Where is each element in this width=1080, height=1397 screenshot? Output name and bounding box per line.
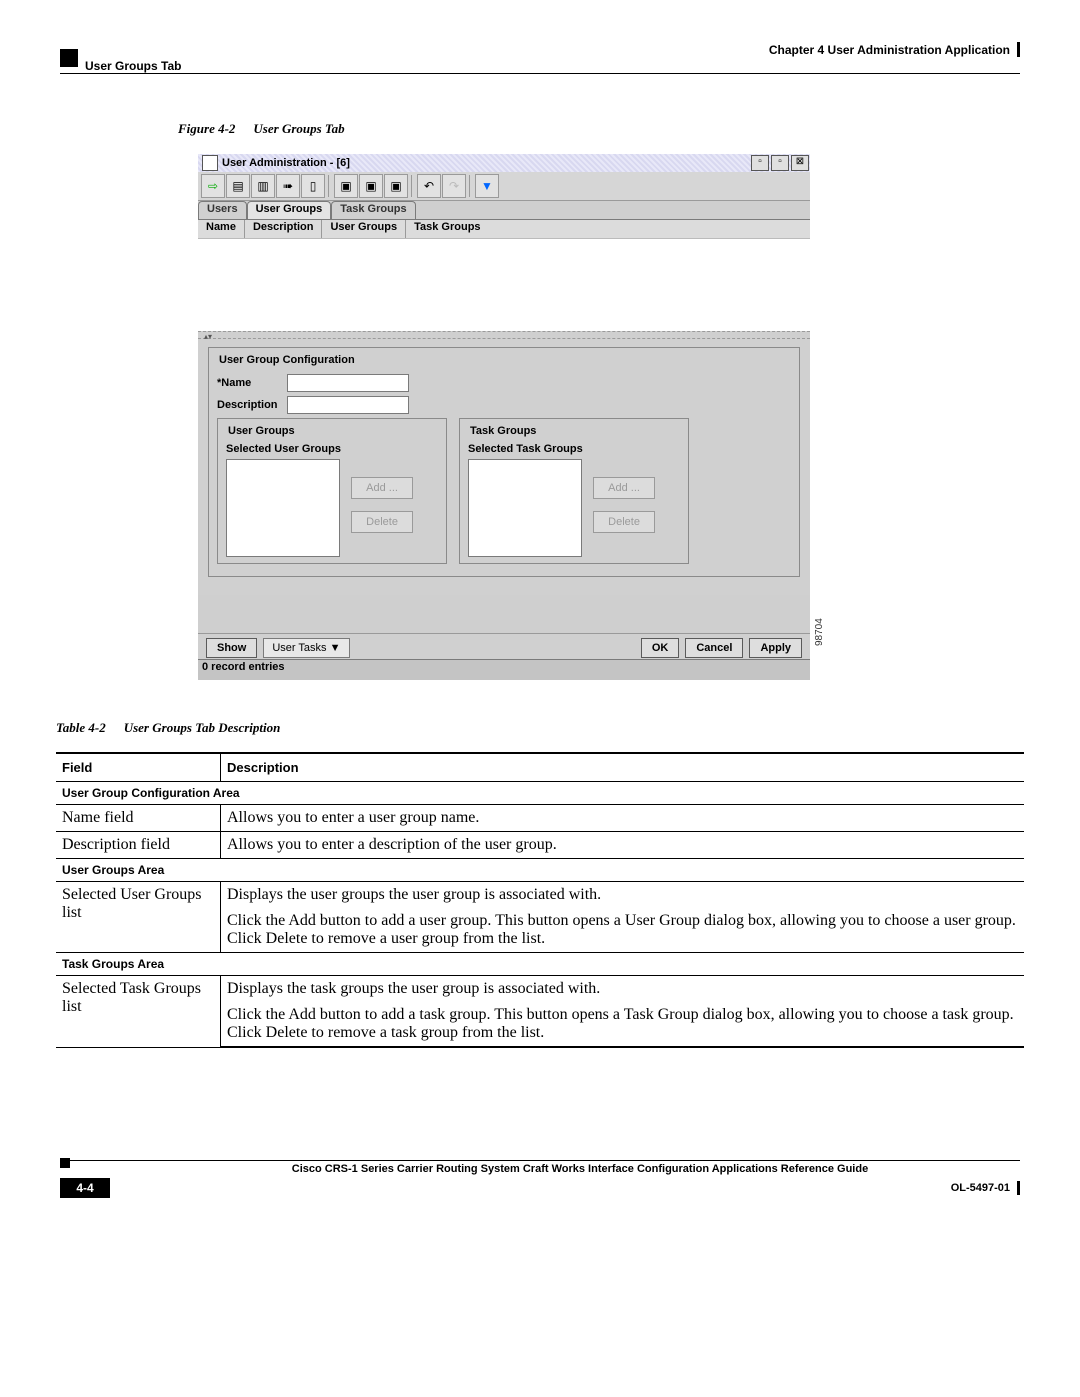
doc-title: Cisco CRS-1 Series Carrier Routing Syste…	[140, 1163, 1020, 1175]
tab-user-groups[interactable]: User Groups	[247, 201, 332, 219]
col-taskgroups[interactable]: Task Groups	[406, 220, 488, 238]
tab-users[interactable]: Users	[198, 201, 247, 219]
toolbar-btn-3[interactable]: ▥	[251, 174, 275, 198]
minimize-icon[interactable]: ▫	[751, 155, 769, 171]
row-sug-desc1: Displays the user groups the user group …	[221, 882, 1025, 909]
apply-button[interactable]: Apply	[749, 638, 802, 658]
name-input[interactable]	[287, 374, 409, 392]
toolbar-btn-2[interactable]: ▤	[226, 174, 250, 198]
col-usergroups[interactable]: User Groups	[322, 220, 406, 238]
tg-legend: Task Groups	[468, 425, 538, 437]
ok-button[interactable]: OK	[641, 638, 680, 658]
screenshot-window: User Administration - [6] ▫ ▫ ⊠ ⇨ ▤ ▥ ➠ …	[198, 154, 810, 680]
user-group-config-fieldset: User Group Configuration *Name Descripti…	[208, 347, 800, 577]
tg-add-button[interactable]: Add ...	[593, 477, 655, 499]
doc-id-bar	[1017, 1181, 1020, 1195]
cancel-button[interactable]: Cancel	[685, 638, 743, 658]
splitter[interactable]: ▴▾	[198, 331, 810, 339]
status-bar: 0 record entries	[198, 659, 810, 680]
tg-delete-button[interactable]: Delete	[593, 511, 655, 533]
filter-icon[interactable]: ▼	[475, 174, 499, 198]
th-field: Field	[56, 753, 221, 782]
tab-task-groups[interactable]: Task Groups	[331, 201, 415, 219]
toolbar-btn-5[interactable]: ▯	[301, 174, 325, 198]
footer-rule	[60, 1160, 1020, 1161]
section-uga: User Groups Area	[56, 859, 1024, 882]
user-groups-fieldset: User Groups Selected User Groups Add ...…	[217, 418, 447, 564]
selected-user-groups-list[interactable]	[226, 459, 340, 557]
figure-caption: Figure 4-2User Groups Tab	[178, 121, 345, 137]
tg-sublabel: Selected Task Groups	[468, 443, 680, 455]
chapter-label: Chapter 4 User Administration Applicatio…	[769, 43, 1010, 57]
section-tga: Task Groups Area	[56, 953, 1024, 976]
row-desc-field: Description field	[56, 832, 221, 859]
footer-square	[60, 1158, 70, 1168]
toolbar-btn-8[interactable]: ▣	[384, 174, 408, 198]
doc-id: OL-5497-01	[951, 1182, 1010, 1194]
image-id: 98704	[814, 618, 825, 646]
col-name[interactable]: Name	[198, 220, 245, 238]
row-stg-desc2: Click the Add button to add a task group…	[221, 1002, 1025, 1047]
ug-legend: User Groups	[226, 425, 297, 437]
titlebar: User Administration - [6] ▫ ▫ ⊠	[198, 154, 810, 172]
config-legend: User Group Configuration	[217, 354, 357, 366]
grid-body[interactable]	[198, 238, 810, 331]
toolbar-btn-7[interactable]: ▣	[359, 174, 383, 198]
toolbar: ⇨ ▤ ▥ ➠ ▯ ▣ ▣ ▣ ↶ ↷ ▼	[198, 172, 810, 201]
row-name-field: Name field	[56, 805, 221, 832]
row-stg-desc1: Displays the task groups the user group …	[221, 976, 1025, 1003]
toolbar-btn-6[interactable]: ▣	[334, 174, 358, 198]
window-title: User Administration - [6]	[222, 157, 350, 169]
row-name-desc: Allows you to enter a user group name.	[221, 805, 1025, 832]
row-stg-field: Selected Task Groups list	[56, 976, 221, 1048]
th-desc: Description	[221, 753, 1025, 782]
col-desc[interactable]: Description	[245, 220, 323, 238]
redo-icon[interactable]: ↷	[442, 174, 466, 198]
undo-icon[interactable]: ↶	[417, 174, 441, 198]
row-desc-desc: Allows you to enter a description of the…	[221, 832, 1025, 859]
submit-icon[interactable]: ⇨	[201, 174, 225, 198]
section-ugca: User Group Configuration Area	[56, 782, 1024, 805]
page-number: 4-4	[60, 1178, 110, 1198]
ug-add-button[interactable]: Add ...	[351, 477, 413, 499]
toolbar-btn-4[interactable]: ➠	[276, 174, 300, 198]
maximize-icon[interactable]: ▫	[771, 155, 789, 171]
show-button[interactable]: Show	[206, 638, 257, 658]
form-panel: User Group Configuration *Name Descripti…	[198, 339, 810, 595]
table-caption: Table 4-2User Groups Tab Description	[56, 720, 280, 736]
header-bar-right	[1017, 42, 1020, 57]
close-icon[interactable]: ⊠	[791, 155, 809, 171]
window-icon	[202, 155, 218, 171]
ug-sublabel: Selected User Groups	[226, 443, 438, 455]
description-table: Field Description User Group Configurati…	[56, 752, 1024, 1048]
row-sug-desc2: Click the Add button to add a user group…	[221, 908, 1025, 953]
section-label: User Groups Tab	[85, 59, 181, 73]
name-label: *Name	[217, 377, 287, 389]
ug-delete-button[interactable]: Delete	[351, 511, 413, 533]
task-groups-fieldset: Task Groups Selected Task Groups Add ...…	[459, 418, 689, 564]
description-input[interactable]	[287, 396, 409, 414]
header-square	[60, 49, 78, 67]
header-rule	[60, 73, 1020, 74]
selected-task-groups-list[interactable]	[468, 459, 582, 557]
description-label: Description	[217, 399, 287, 411]
grid-header: Name Description User Groups Task Groups	[198, 219, 810, 238]
tabs: Users User Groups Task Groups	[198, 201, 810, 219]
user-tasks-dropdown[interactable]: User Tasks ▼	[263, 638, 349, 658]
row-sug-field: Selected User Groups list	[56, 882, 221, 953]
dialog-footer: Show User Tasks ▼ OK Cancel Apply	[198, 633, 810, 662]
